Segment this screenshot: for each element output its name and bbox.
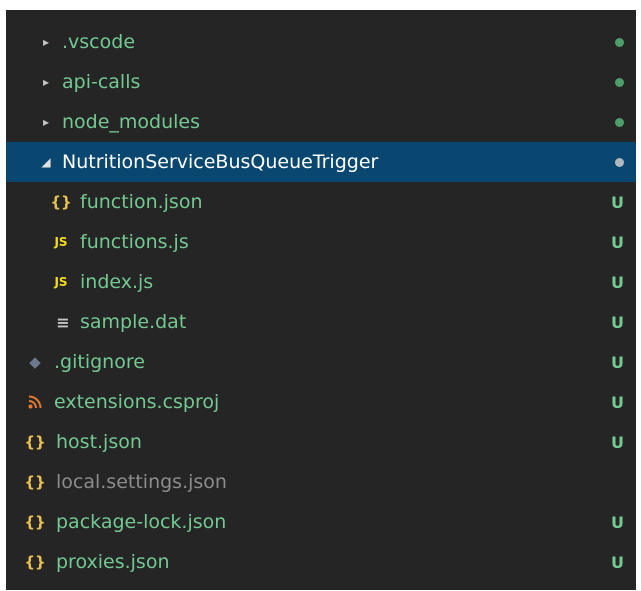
file-functions-js[interactable]: JS functions.js U <box>6 222 636 262</box>
file-sample-dat[interactable]: ≡ sample.dat U <box>6 302 636 342</box>
javascript-icon: JS <box>54 275 68 289</box>
git-status-dot <box>615 22 624 62</box>
folder-api-calls[interactable]: ▸ api-calls <box>6 62 636 102</box>
chevron-right-icon[interactable]: ▸ <box>38 115 54 129</box>
file-label: functions.js <box>80 231 189 253</box>
modified-indicator-icon <box>615 157 624 167</box>
chevron-down-icon[interactable]: ◢ <box>38 155 54 169</box>
folder-vscode[interactable]: ▸ .vscode <box>6 22 636 62</box>
git-status-badge: U <box>611 432 624 452</box>
git-status-dot <box>615 142 624 182</box>
file-extensions-csproj[interactable]: extensions.csproj U <box>6 382 636 422</box>
git-status-dot <box>615 62 624 102</box>
folder-label: api-calls <box>62 71 141 93</box>
folder-label: NutritionServiceBusQueueTrigger <box>62 151 379 173</box>
file-label: extensions.csproj <box>54 391 220 413</box>
file-package-lock-json[interactable]: {} package-lock.json U <box>6 502 636 542</box>
git-status-badge: U <box>611 512 624 532</box>
javascript-icon: JS <box>54 235 68 249</box>
git-status-badge: U <box>611 192 624 212</box>
file-label: package-lock.json <box>56 511 227 533</box>
git-status-badge: U <box>611 552 624 572</box>
git-status-badge: U <box>611 272 624 292</box>
file-index-js[interactable]: JS index.js U <box>6 262 636 302</box>
folder-label: .vscode <box>62 31 136 53</box>
folder-nutrition-service-bus-queue-trigger[interactable]: ◢ NutritionServiceBusQueueTrigger <box>6 142 636 182</box>
chevron-right-icon[interactable]: ▸ <box>38 75 54 89</box>
git-status-badge: U <box>611 392 624 412</box>
json-braces-icon: {} <box>24 513 46 531</box>
git-status-badge: U <box>611 232 624 252</box>
file-explorer-tree: ▸ .vscode ▸ api-calls ▸ node_modules ◢ N… <box>6 10 636 590</box>
modified-indicator-icon <box>615 77 624 87</box>
folder-node-modules[interactable]: ▸ node_modules <box>6 102 636 142</box>
json-braces-icon: {} <box>24 433 46 451</box>
file-host-json[interactable]: {} host.json U <box>6 422 636 462</box>
file-label: local.settings.json <box>56 471 227 493</box>
rss-icon <box>24 395 46 409</box>
file-proxies-json[interactable]: {} proxies.json U <box>6 542 636 582</box>
file-local-settings-json[interactable]: {} local.settings.json <box>6 462 636 502</box>
file-label: function.json <box>80 191 203 213</box>
file-gitignore[interactable]: ◆ .gitignore U <box>6 342 636 382</box>
json-braces-icon: {} <box>24 473 46 491</box>
json-braces-icon: {} <box>50 193 72 211</box>
chevron-right-icon[interactable]: ▸ <box>38 35 54 49</box>
file-label: sample.dat <box>80 311 187 333</box>
text-file-icon: ≡ <box>56 312 70 332</box>
json-braces-icon: {} <box>24 553 46 571</box>
file-label: proxies.json <box>56 551 170 573</box>
git-icon: ◆ <box>29 353 41 371</box>
git-status-badge: U <box>611 312 624 332</box>
file-label: .gitignore <box>54 351 145 373</box>
git-status-badge: U <box>611 352 624 372</box>
modified-indicator-icon <box>615 37 624 47</box>
folder-label: node_modules <box>62 111 201 133</box>
file-label: index.js <box>80 271 154 293</box>
git-status-dot <box>615 102 624 142</box>
modified-indicator-icon <box>615 117 624 127</box>
file-function-json[interactable]: {} function.json U <box>6 182 636 222</box>
file-label: host.json <box>56 431 142 453</box>
